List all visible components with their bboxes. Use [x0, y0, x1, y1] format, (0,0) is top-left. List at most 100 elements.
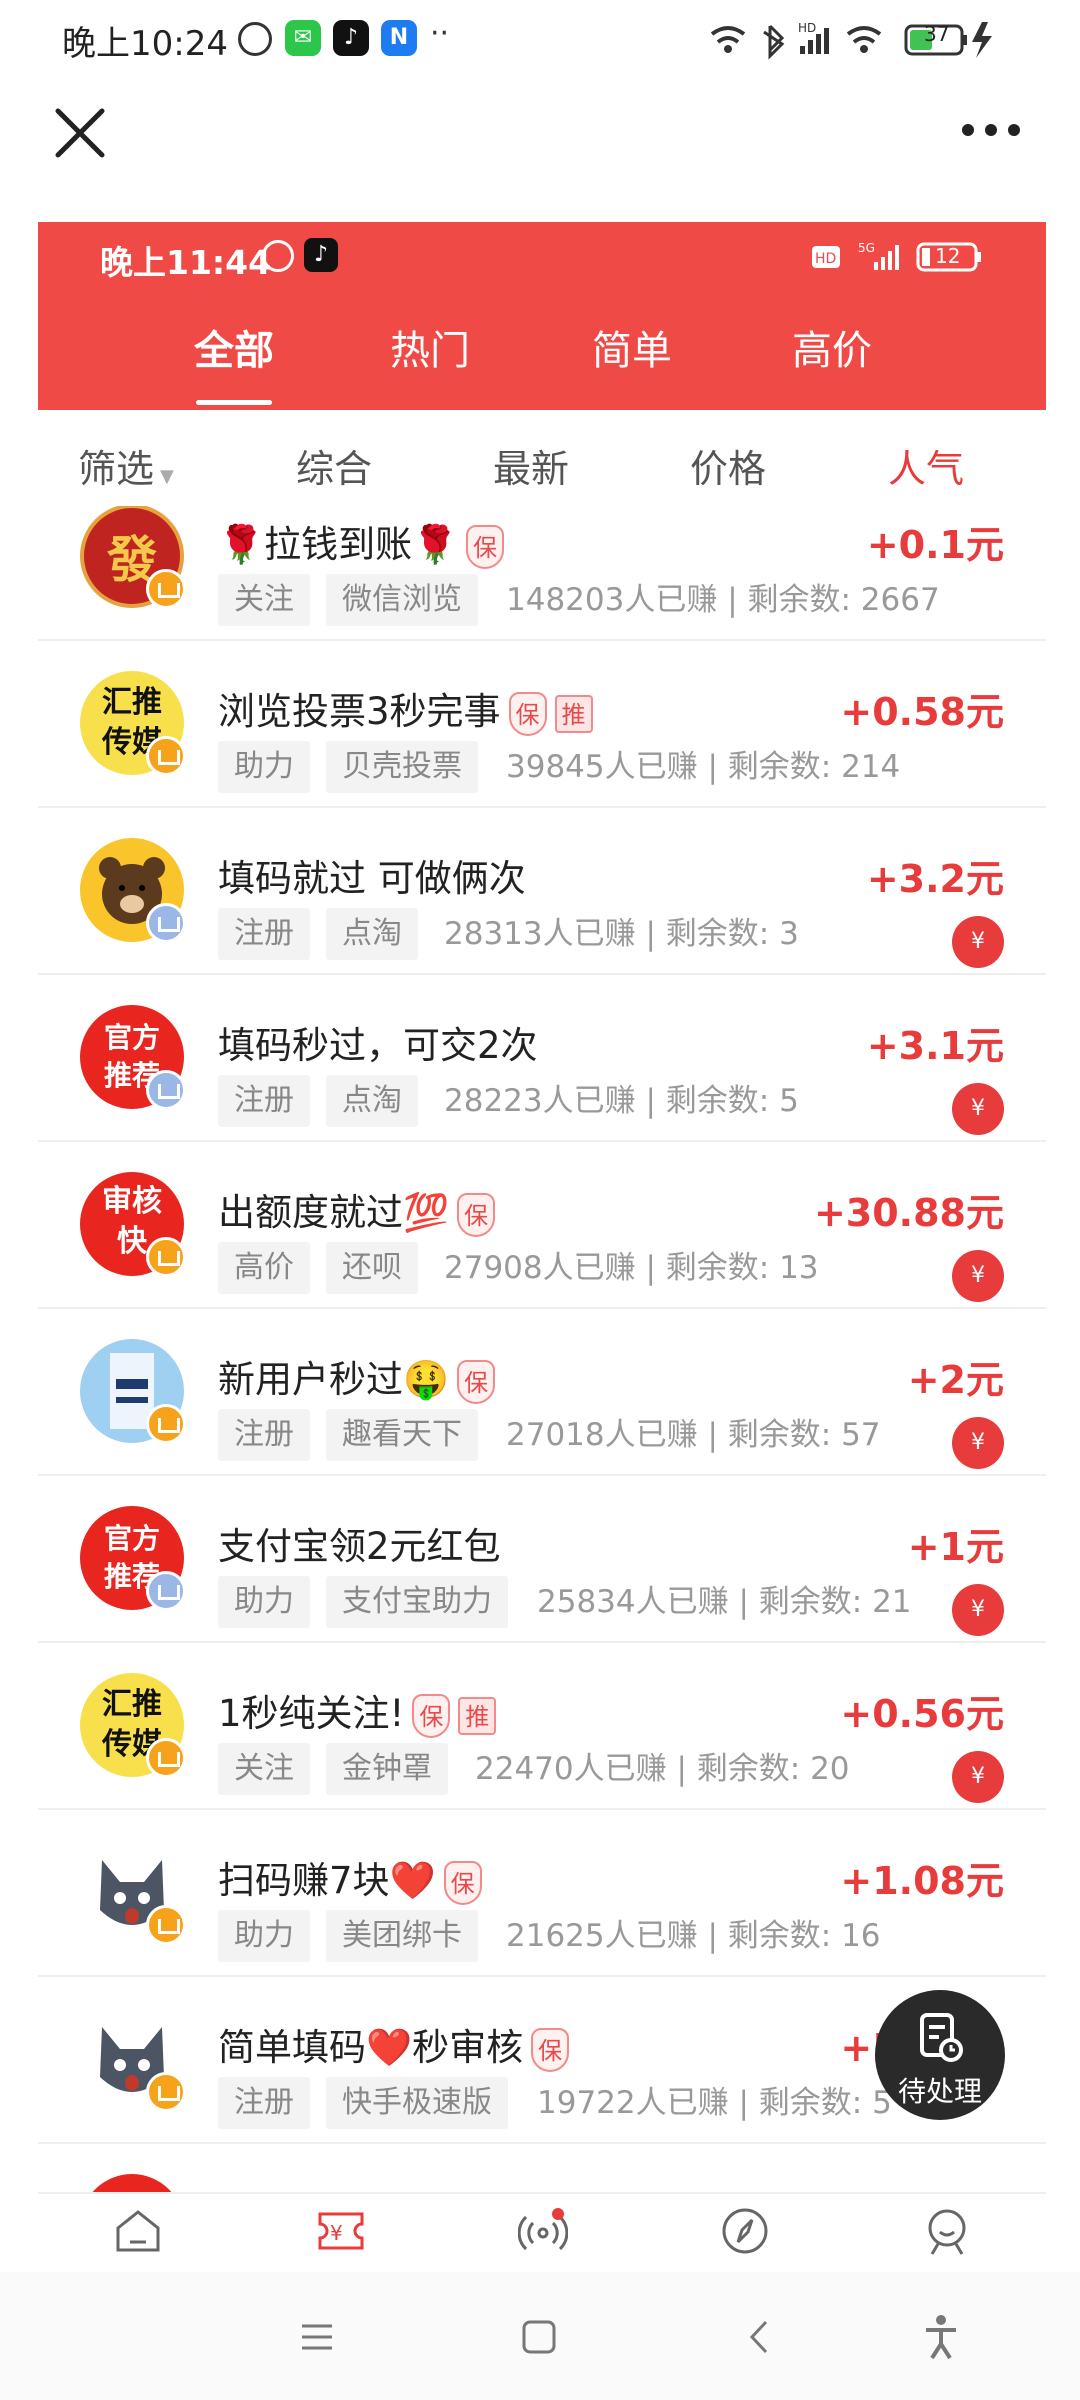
svg-text:¥: ¥ — [330, 2221, 343, 2245]
guarantee-badge: 保 — [508, 691, 547, 736]
profile-icon[interactable] — [922, 2206, 972, 2256]
task-reward: +3.1元 — [866, 1024, 1004, 1068]
sort-bar: 筛选 ▼ 综合 最新 价格 人气 — [38, 410, 1046, 506]
guarantee-badge: 保 — [466, 524, 505, 569]
tab-hot[interactable]: 热门 — [370, 318, 490, 376]
task-title-text: 新用户秒过🤑 — [218, 1358, 450, 1401]
task-tag: 金钟罩 — [326, 1743, 448, 1795]
task-row[interactable]: 發 🌹拉钱到账🌹 保 +0.1元 关注 微信浏览 148203人已赚 | 剩余数: 2667 — [38, 506, 1046, 641]
task-row[interactable]: 官方 推荐 支付宝领2元红包 +1元 助力 支付宝助力 25834人已赚 | 剩余数: 2… — [38, 1476, 1046, 1643]
task-row[interactable]: 汇推 传媒 浏览投票3秒完事保推 +0.58元 助力 贝壳投票 39845人已赚 | 剩余… — [38, 641, 1046, 808]
svg-text:5G: 5G — [858, 241, 875, 255]
task-tag: 快手极速版 — [326, 2077, 508, 2129]
recommend-badge: 推 — [554, 694, 593, 733]
task-title: 填码就过 可做俩次 — [218, 848, 526, 902]
task-reward: +1元 — [907, 1525, 1004, 1569]
system-navigation-bar — [0, 2272, 1080, 2400]
red-packet-icon[interactable]: ¥ — [952, 1083, 1004, 1135]
task-title: 纯下载登录【秒审核】 — [218, 2184, 588, 2192]
menu-icon[interactable] — [292, 2312, 342, 2362]
back-icon[interactable] — [736, 2312, 786, 2362]
accessibility-icon[interactable] — [916, 2312, 966, 2362]
more-options-icon[interactable] — [956, 115, 1026, 145]
task-tag: 注册 — [218, 1409, 310, 1461]
crown-badge-icon — [146, 569, 186, 609]
task-title-text: 扫码赚7块❤️ — [218, 1859, 436, 1902]
task-title-text: 1秒纯关注! — [218, 1692, 405, 1735]
task-stats: 148203人已赚 | 剩余数: 2667 — [506, 582, 940, 618]
status-time: 晚上10:24 — [62, 24, 228, 64]
task-row[interactable]: 汇推 传媒 1秒纯关注! 保推 +0.56元 关注 金钟罩 22470人已赚 | 剩余数: … — [38, 1643, 1046, 1810]
task-title: 填码秒过，可交2次 — [218, 1015, 538, 1069]
discover-icon[interactable] — [720, 2206, 770, 2256]
task-row[interactable]: 审核 快出额度就过💯 保 +30.88元 高价 还呗 27908人已赚 | 剩余数: 13… — [38, 1142, 1046, 1309]
task-stats: 28223人已赚 | 剩余数: 5 — [444, 1083, 799, 1119]
live-icon[interactable] — [518, 2206, 568, 2256]
tab-high-price[interactable]: 高价 — [772, 318, 892, 376]
tiktok-icon: ♪ — [333, 20, 369, 56]
task-row[interactable]: 纯下载登录【秒审核】 +1.5元 — [38, 2144, 1046, 2192]
crown-badge-icon — [146, 736, 186, 776]
inner-tiktok-icon: ♪ — [304, 238, 338, 272]
task-tag: 支付宝助力 — [326, 1576, 508, 1628]
guarantee-badge: 保 — [457, 1359, 496, 1404]
pending-button[interactable]: 待处理 — [875, 1990, 1005, 2120]
task-title: 出额度就过💯 保 — [218, 1182, 496, 1237]
home-icon[interactable] — [113, 2206, 163, 2256]
task-title: 支付宝领2元红包 — [218, 1516, 501, 1570]
task-row[interactable]: 官方 推荐 填码秒过，可交2次 +3.1元 注册 点淘 28223人已赚 | 剩余数: 5… — [38, 975, 1046, 1142]
red-packet-icon[interactable]: ¥ — [952, 1751, 1004, 1803]
red-packet-icon[interactable]: ¥ — [952, 916, 1004, 968]
alarm-icon — [238, 22, 272, 56]
task-list: 發 🌹拉钱到账🌹 保 +0.1元 关注 微信浏览 148203人已赚 | 剩余数: 2667… — [38, 506, 1046, 2192]
task-stats: 25834人已赚 | 剩余数: 21 — [537, 1584, 912, 1620]
inner-status-time: 晚上11:44 — [100, 243, 272, 282]
task-stats: 27018人已赚 | 剩余数: 57 — [506, 1417, 881, 1453]
bottom-tab-bar: ¥ — [38, 2192, 1046, 2272]
inner-header: 晚上11:44 ♪ HD 5G 12 全部 热门 简单 高价 — [38, 222, 1046, 410]
task-stats: 39845人已赚 | 剩余数: 214 — [506, 749, 901, 785]
task-icon[interactable]: ¥ — [316, 2206, 366, 2256]
task-reward: +1.5元 — [867, 2184, 1004, 2192]
task-row[interactable]: 填码就过 可做俩次 +3.2元 注册 点淘 28313人已赚 | 剩余数: 3 ¥ — [38, 808, 1046, 975]
task-row[interactable]: 扫码赚7块❤️ 保 +1.08元 助力 美团绑卡 21625人已赚 | 剩余数: 16 — [38, 1810, 1046, 1977]
tab-all[interactable]: 全部 — [174, 318, 294, 376]
task-title-text: 填码就过 可做俩次 — [218, 857, 526, 900]
task-reward: +2元 — [907, 1358, 1004, 1402]
task-title: 1秒纯关注! 保推 — [218, 1683, 497, 1738]
task-row[interactable]: 新用户秒过🤑 保 +2元 注册 趣看天下 27018人已赚 | 剩余数: 57 ¥ — [38, 1309, 1046, 1476]
task-tag: 助力 — [218, 741, 310, 793]
sort-newest[interactable]: 最新 — [493, 438, 569, 493]
task-tag: 助力 — [218, 1910, 310, 1962]
recommend-badge: 推 — [458, 1696, 497, 1735]
status-right-icons: HD — [710, 21, 992, 60]
crown-badge-icon — [146, 1237, 186, 1277]
wechat-icon: ✉ — [285, 20, 321, 56]
red-packet-icon[interactable]: ¥ — [952, 1584, 1004, 1636]
task-title: 浏览投票3秒完事保推 — [218, 681, 593, 736]
sort-comprehensive[interactable]: 综合 — [296, 438, 372, 493]
task-reward: +0.56元 — [840, 1692, 1004, 1736]
task-tag: 美团绑卡 — [326, 1910, 478, 1962]
filter-button[interactable]: 筛选 ▼ — [78, 438, 174, 493]
task-title-text: 出额度就过💯 — [218, 1191, 450, 1234]
task-tag: 高价 — [218, 1242, 310, 1294]
task-title: 🌹拉钱到账🌹 保 — [218, 514, 505, 569]
task-tag: 注册 — [218, 2077, 310, 2129]
red-packet-icon[interactable]: ¥ — [952, 1417, 1004, 1469]
task-tag: 点淘 — [326, 908, 418, 960]
task-tag: 贝壳投票 — [326, 741, 478, 793]
svg-text:HD: HD — [798, 21, 816, 35]
home-square-icon[interactable] — [514, 2312, 564, 2362]
task-title-text: 支付宝领2元红包 — [218, 1525, 501, 1568]
close-icon[interactable] — [52, 105, 108, 161]
task-title: 新用户秒过🤑 保 — [218, 1349, 496, 1404]
status-bar: 晚上10:24 ✉ ♪ N ·· HD 37 — [0, 0, 1080, 80]
red-packet-icon[interactable]: ¥ — [952, 1250, 1004, 1302]
crown-badge-icon — [146, 903, 186, 943]
sort-price[interactable]: 价格 — [690, 438, 766, 493]
task-tag: 还呗 — [326, 1242, 418, 1294]
sort-popularity[interactable]: 人气 — [888, 438, 964, 493]
crown-badge-icon — [146, 1070, 186, 1110]
tab-simple[interactable]: 简单 — [572, 318, 692, 376]
